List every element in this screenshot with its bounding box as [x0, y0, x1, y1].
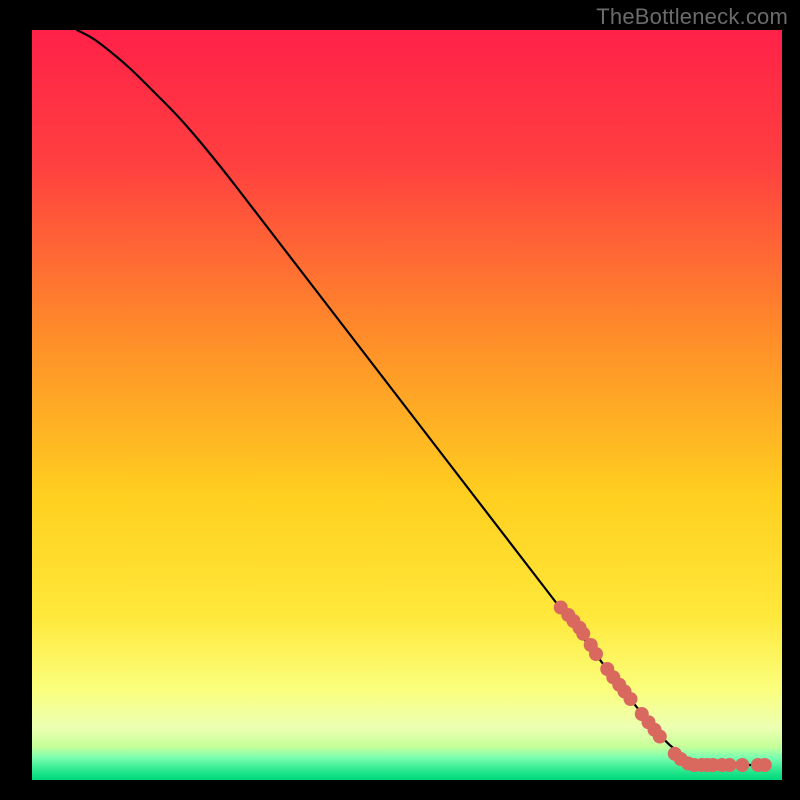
marker-point — [653, 730, 667, 744]
chart-stage: TheBottleneck.com — [0, 0, 800, 800]
marker-point — [589, 647, 603, 661]
marker-point — [624, 692, 638, 706]
plot-background — [32, 30, 782, 780]
chart-svg — [0, 0, 800, 800]
watermark-text: TheBottleneck.com — [596, 4, 788, 30]
marker-point — [758, 758, 772, 772]
marker-point — [723, 758, 737, 772]
marker-point — [735, 758, 749, 772]
